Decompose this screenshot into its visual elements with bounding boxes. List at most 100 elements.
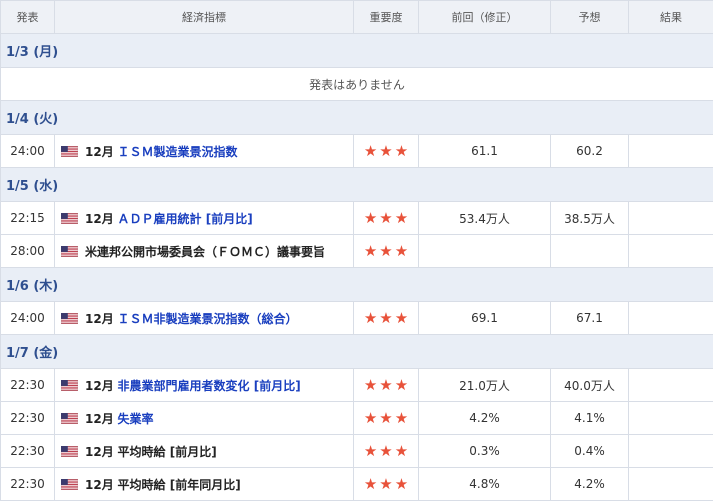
us-flag-icon bbox=[60, 445, 79, 457]
star-icon: ★ bbox=[363, 375, 378, 394]
event-time: 22:30 bbox=[0, 434, 55, 468]
previous-value: 4.2% bbox=[418, 401, 551, 435]
importance-stars: ★ ★ ★ bbox=[353, 201, 419, 235]
star-icon: ★ bbox=[363, 241, 378, 260]
result-value bbox=[628, 368, 713, 402]
event-title: 平均時給 [前年同月比] bbox=[117, 477, 241, 492]
star-icon: ★ bbox=[363, 308, 378, 327]
star-icon: ★ bbox=[363, 208, 378, 227]
event-title[interactable]: ＩＳＭ製造業景況指数 bbox=[118, 145, 238, 159]
importance-stars: ★ ★ ★ bbox=[353, 301, 419, 335]
forecast-value: 67.1 bbox=[550, 301, 629, 335]
day-header-row: 1/5 (水) bbox=[0, 167, 713, 202]
star-icon: ★ bbox=[394, 208, 409, 227]
day-header-row: 1/4 (火) bbox=[0, 100, 713, 135]
event-row: 28:00 米連邦公開市場委員会（ＦＯＭＣ）議事要旨 ★ ★ ★ bbox=[0, 234, 713, 268]
event-name-cell: 12月 平均時給 [前年同月比] bbox=[54, 467, 354, 501]
star-icon: ★ bbox=[394, 408, 409, 427]
event-time: 22:30 bbox=[0, 467, 55, 501]
day-header-row: 1/6 (木) bbox=[0, 267, 713, 302]
importance-stars: ★ ★ ★ bbox=[353, 434, 419, 468]
event-row: 24:00 12月 ＩＳＭ非製造業景況指数（総合） ★ ★ ★ 69.1 67.1 bbox=[0, 301, 713, 335]
importance-stars: ★ ★ ★ bbox=[353, 467, 419, 501]
star-icon: ★ bbox=[394, 441, 409, 460]
event-month: 12月 bbox=[85, 311, 114, 326]
us-flag-icon bbox=[60, 245, 79, 257]
us-flag-icon bbox=[60, 379, 79, 391]
event-name-cell: 12月 非農業部門雇用者数変化 [前月比] bbox=[54, 368, 354, 402]
event-time: 24:00 bbox=[0, 134, 55, 168]
event-month: 12月 bbox=[85, 378, 114, 393]
event-name-cell: 12月 ＡＤＰ雇用統計 [前月比] bbox=[54, 201, 354, 235]
importance-stars: ★ ★ ★ bbox=[353, 368, 419, 402]
previous-value: 4.8% bbox=[418, 467, 551, 501]
event-row: 22:30 12月 失業率 ★ ★ ★ 4.2% 4.1% bbox=[0, 401, 713, 435]
forecast-value: 40.0万人 bbox=[550, 368, 629, 402]
star-icon: ★ bbox=[379, 241, 393, 260]
table-header-row: 発表 経済指標 重要度 前回（修正） 予想 結果 bbox=[0, 0, 713, 34]
event-month: 12月 bbox=[85, 477, 114, 492]
forecast-value: 4.1% bbox=[550, 401, 629, 435]
event-title: 平均時給 [前月比] bbox=[117, 444, 217, 459]
result-value bbox=[628, 234, 713, 268]
result-value bbox=[628, 434, 713, 468]
event-name-cell: 12月 ＩＳＭ製造業景況指数 bbox=[54, 134, 354, 168]
event-row: 22:15 12月 ＡＤＰ雇用統計 [前月比] ★ ★ ★ 53.4万人 38.5万人 bbox=[0, 201, 713, 235]
day-label: 1/4 (火) bbox=[0, 100, 713, 135]
event-title[interactable]: 失業率 bbox=[118, 412, 154, 426]
result-value bbox=[628, 201, 713, 235]
star-icon: ★ bbox=[379, 308, 393, 327]
day-label: 1/7 (金) bbox=[0, 334, 713, 369]
event-month: 12月 bbox=[85, 411, 114, 426]
header-forecast: 予想 bbox=[550, 0, 629, 34]
star-icon: ★ bbox=[394, 308, 409, 327]
event-month: 12月 bbox=[85, 211, 114, 226]
day-label: 1/3 (月) bbox=[0, 33, 713, 68]
star-icon: ★ bbox=[379, 208, 393, 227]
us-flag-icon bbox=[60, 145, 79, 157]
importance-stars: ★ ★ ★ bbox=[353, 234, 419, 268]
no-events-row: 発表はありません bbox=[0, 67, 713, 101]
event-name-cell: 12月 失業率 bbox=[54, 401, 354, 435]
previous-value: 69.1 bbox=[418, 301, 551, 335]
event-title[interactable]: 非農業部門雇用者数変化 [前月比] bbox=[118, 379, 301, 393]
importance-stars: ★ ★ ★ bbox=[353, 134, 419, 168]
event-time: 22:30 bbox=[0, 368, 55, 402]
us-flag-icon bbox=[60, 478, 79, 490]
star-icon: ★ bbox=[363, 441, 378, 460]
event-title[interactable]: ＡＤＰ雇用統計 [前月比] bbox=[118, 212, 253, 226]
event-month: 12月 bbox=[85, 144, 114, 159]
event-time: 22:30 bbox=[0, 401, 55, 435]
star-icon: ★ bbox=[394, 141, 409, 160]
header-result: 結果 bbox=[628, 0, 713, 34]
star-icon: ★ bbox=[363, 141, 378, 160]
star-icon: ★ bbox=[394, 474, 409, 493]
header-time: 発表 bbox=[0, 0, 55, 34]
result-value bbox=[628, 401, 713, 435]
us-flag-icon bbox=[60, 212, 79, 224]
day-header-row: 1/7 (金) bbox=[0, 334, 713, 369]
previous-value: 61.1 bbox=[418, 134, 551, 168]
forecast-value: 38.5万人 bbox=[550, 201, 629, 235]
event-title: 米連邦公開市場委員会（ＦＯＭＣ）議事要旨 bbox=[85, 244, 326, 259]
day-label: 1/6 (木) bbox=[0, 267, 713, 302]
header-importance: 重要度 bbox=[353, 0, 419, 34]
event-title[interactable]: ＩＳＭ非製造業景況指数（総合） bbox=[118, 312, 298, 326]
table-body: 1/3 (月) 発表はありません 1/4 (火) 24:00 12月 ＩＳＭ製造業… bbox=[0, 33, 713, 501]
result-value bbox=[628, 134, 713, 168]
no-events-text: 発表はありません bbox=[0, 67, 713, 101]
star-icon: ★ bbox=[379, 141, 393, 160]
header-indicator: 経済指標 bbox=[54, 0, 354, 34]
event-name-cell: 米連邦公開市場委員会（ＦＯＭＣ）議事要旨 bbox=[54, 234, 354, 268]
event-time: 28:00 bbox=[0, 234, 55, 268]
star-icon: ★ bbox=[379, 441, 393, 460]
event-row: 22:30 12月 平均時給 [前月比] ★ ★ ★ 0.3% 0.4% bbox=[0, 434, 713, 468]
event-row: 22:30 12月 平均時給 [前年同月比] ★ ★ ★ 4.8% 4.2% bbox=[0, 467, 713, 501]
star-icon: ★ bbox=[363, 408, 378, 427]
us-flag-icon bbox=[60, 312, 79, 324]
forecast-value: 0.4% bbox=[550, 434, 629, 468]
day-label: 1/5 (水) bbox=[0, 167, 713, 202]
star-icon: ★ bbox=[379, 474, 393, 493]
importance-stars: ★ ★ ★ bbox=[353, 401, 419, 435]
event-time: 24:00 bbox=[0, 301, 55, 335]
